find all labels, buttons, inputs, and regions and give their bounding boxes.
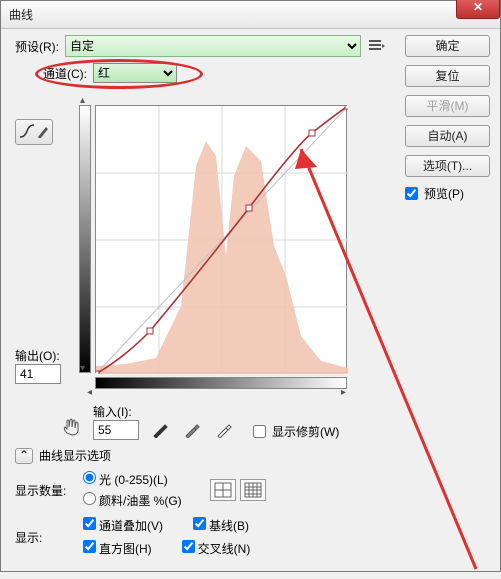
disclosure-button[interactable]: ⌃ (15, 448, 33, 464)
slider-bottom-icon[interactable]: ▾ (80, 363, 85, 374)
gray-eyedropper-icon[interactable] (181, 420, 203, 440)
radio-light[interactable] (83, 471, 96, 484)
preset-select[interactable]: 自定 (65, 35, 361, 57)
titlebar: 曲线 ✕ (1, 1, 500, 29)
smooth-button[interactable]: 平滑(M) (405, 95, 490, 117)
options-button[interactable]: 选项(T)... (405, 155, 490, 177)
radio-light-row[interactable]: 光 (0-255)(L) (83, 471, 182, 488)
output-label: 输出(O): (15, 347, 61, 364)
slider-right-icon[interactable]: ▸ (341, 387, 346, 398)
hand-tool-button[interactable] (61, 415, 83, 440)
preview-checkbox-row[interactable]: 预览(P) (405, 185, 490, 202)
curve-tool-button[interactable] (15, 119, 53, 145)
channel-label: 通道(C): (43, 65, 87, 82)
pencil-icon (37, 124, 49, 141)
show-clipping-label: 显示修剪(W) (272, 423, 339, 440)
slider-left-icon[interactable]: ◂ (87, 387, 92, 398)
input-field[interactable] (93, 420, 139, 440)
curve-graph[interactable] (95, 105, 347, 373)
overlay-checkbox[interactable] (83, 517, 96, 530)
channel-select[interactable]: 红 (93, 63, 177, 83)
preview-checkbox[interactable] (405, 187, 418, 200)
preset-label: 预设(R): (15, 38, 59, 55)
chevron-up-icon: ⌃ (19, 448, 29, 462)
curves-editor: ▴ ▾ ◂ (79, 105, 347, 393)
auto-button[interactable]: 自动(A) (405, 125, 490, 147)
baseline-row[interactable]: 基线(B) (193, 517, 249, 534)
grid-fine-button[interactable] (240, 479, 266, 501)
curves-dialog: { "title": "曲线", "preset_label": "预设(R):… (0, 0, 501, 572)
show-label: 显示: (15, 529, 75, 546)
close-icon: ✕ (473, 0, 483, 14)
grid-coarse-button[interactable] (210, 479, 236, 501)
radio-pigment-row[interactable]: 颜料/油墨 %(G) (83, 492, 182, 509)
input-label: 输入(I): (93, 403, 139, 420)
action-column: 确定 复位 平滑(M) 自动(A) 选项(T)... 预览(P) (405, 35, 490, 202)
intersect-checkbox[interactable] (182, 540, 195, 553)
histogram-checkbox[interactable] (83, 540, 96, 553)
output-gradient (79, 105, 91, 373)
overlay-row[interactable]: 通道叠加(V) (83, 517, 163, 534)
show-clipping-row[interactable]: 显示修剪(W) (253, 423, 339, 440)
display-options: 显示数量: 光 (0-255)(L) 颜料/油墨 %(G) 显示: 通道叠加(V… (15, 471, 266, 565)
show-clipping-checkbox[interactable] (253, 425, 266, 438)
reset-button[interactable]: 复位 (405, 65, 490, 87)
disclosure-title: 曲线显示选项 (39, 447, 111, 464)
preview-label: 预览(P) (424, 185, 464, 202)
curve-icon (19, 124, 35, 141)
histogram-row[interactable]: 直方图(H) (83, 540, 152, 557)
output-field[interactable] (15, 364, 61, 384)
white-eyedropper-icon[interactable] (213, 420, 235, 440)
amount-label: 显示数量: (15, 482, 75, 499)
baseline-checkbox[interactable] (193, 517, 206, 530)
window-title: 曲线 (9, 6, 33, 23)
close-button[interactable]: ✕ (456, 0, 500, 19)
intersect-row[interactable]: 交叉线(N) (182, 540, 251, 557)
ok-button[interactable]: 确定 (405, 35, 490, 57)
preset-menu-icon[interactable] (367, 38, 385, 54)
input-gradient (95, 377, 347, 389)
radio-pigment[interactable] (83, 492, 96, 505)
output-group: 输出(O): (15, 347, 61, 384)
black-eyedropper-icon[interactable] (149, 420, 171, 440)
